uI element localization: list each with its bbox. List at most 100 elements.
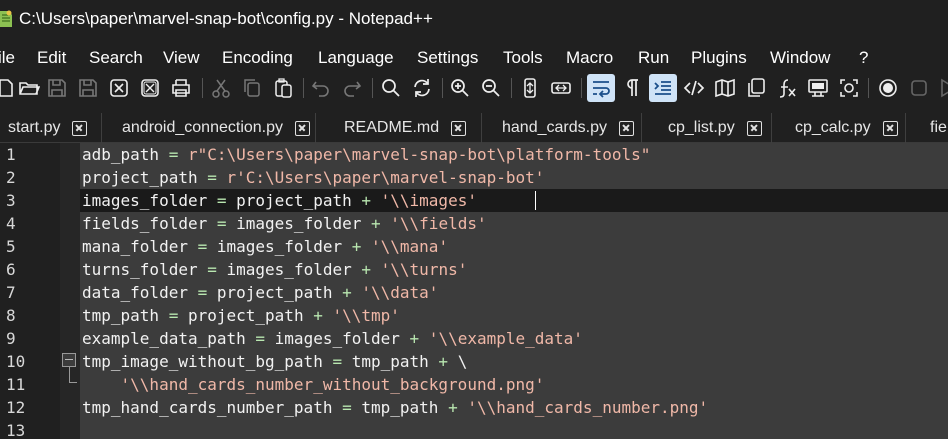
code-line[interactable]: fields_folder = images_folder + '\\field… (82, 212, 487, 235)
operator: = (255, 329, 266, 348)
word-wrap-icon[interactable] (587, 74, 615, 102)
toolbar (0, 72, 948, 104)
paste-icon[interactable] (269, 74, 297, 102)
menu-help[interactable]: ? (859, 48, 868, 68)
menu-plugins[interactable]: Plugins (691, 48, 747, 68)
toolbar-separator (303, 78, 304, 98)
identifier: \ (448, 352, 468, 371)
playback-icon[interactable] (934, 74, 948, 102)
code-line[interactable]: turns_folder = images_folder + '\\turns' (82, 258, 467, 281)
close-all-icon[interactable] (136, 74, 164, 102)
save-all-icon[interactable] (74, 74, 102, 102)
toolbar-separator (511, 78, 512, 98)
identifier: tmp_hand_cards_number_path (82, 398, 343, 417)
folder-as-workspace-icon[interactable] (804, 74, 832, 102)
monitoring-icon[interactable] (835, 74, 863, 102)
close-tab-icon[interactable] (451, 120, 467, 136)
toolbar-separator (868, 78, 869, 98)
redo-icon[interactable] (338, 74, 366, 102)
identifier: example_data_path (82, 329, 256, 348)
tab-hand-cards-py[interactable]: hand_cards.py (482, 113, 642, 143)
menu-settings[interactable]: Settings (417, 48, 478, 68)
string-literal: '\\turns' (371, 260, 468, 279)
identifier: images_folder (207, 237, 352, 256)
replace-icon[interactable] (408, 74, 436, 102)
menu-encoding[interactable]: Encoding (222, 48, 293, 68)
document-list-icon[interactable] (742, 74, 770, 102)
tab-label: cp_calc.py (795, 119, 871, 136)
fold-collapse-icon[interactable] (62, 353, 76, 367)
identifier: tmp_path (82, 306, 169, 325)
open-folder-icon[interactable] (15, 74, 43, 102)
tab-partial[interactable]: fie (906, 113, 948, 143)
menu-tools[interactable]: Tools (503, 48, 543, 68)
code-area[interactable]: adb_path = r"C:\Users\paper\marvel-snap-… (80, 143, 948, 439)
code-line[interactable]: tmp_path = project_path + '\\tmp' (82, 304, 400, 327)
operator: = (168, 306, 179, 325)
menu-edit[interactable]: Edit (37, 48, 66, 68)
tab-cp-list-py[interactable]: cp_list.py (642, 113, 772, 143)
close-tab-icon[interactable] (882, 120, 898, 136)
code-line[interactable]: images_folder = project_path + '\\images… (82, 189, 477, 212)
tab-label: fie (930, 119, 947, 136)
indent-guide-icon[interactable] (649, 74, 677, 102)
tab-android-connection-py[interactable]: android_connection.py (102, 113, 316, 143)
code-line[interactable]: data_folder = project_path + '\\data' (82, 281, 438, 304)
identifier: images_folder (265, 329, 410, 348)
tab-label: README.md (344, 119, 440, 136)
close-tab-icon[interactable] (295, 120, 311, 136)
menu-macro[interactable]: Macro (566, 48, 613, 68)
code-line[interactable]: adb_path = r"C:\Users\paper\marvel-snap-… (82, 143, 650, 166)
record-macro-icon[interactable] (874, 74, 902, 102)
tab-label: android_connection.py (122, 119, 284, 136)
find-icon[interactable] (377, 74, 405, 102)
code-line[interactable]: mana_folder = images_folder + '\\mana' (82, 235, 448, 258)
tab-start-py[interactable]: start.py (0, 113, 102, 143)
menu-file[interactable]: ile (0, 48, 15, 68)
menu-run[interactable]: Run (638, 48, 669, 68)
code-line[interactable]: '\\hand_cards_number_without_background.… (82, 373, 545, 396)
line-number: 2 (6, 168, 16, 187)
undo-icon[interactable] (307, 74, 335, 102)
menu-search[interactable]: Search (89, 48, 143, 68)
save-icon[interactable] (43, 74, 71, 102)
tab-label: start.py (8, 119, 61, 136)
code-editor[interactable]: 1 2 3 4 5 6 7 8 9 10 11 12 13 adb_path = r"C:\Users\… (0, 143, 948, 439)
copy-icon[interactable] (238, 74, 266, 102)
operator: + (361, 191, 371, 210)
tab-cp-calc-py[interactable]: cp_calc.py (772, 113, 906, 143)
cut-icon[interactable] (207, 74, 235, 102)
show-all-characters-icon[interactable] (618, 74, 646, 102)
close-tab-icon[interactable] (746, 120, 762, 136)
zoom-out-icon[interactable] (477, 74, 505, 102)
close-tab-icon[interactable] (618, 120, 634, 136)
xml-tags-icon[interactable] (680, 74, 708, 102)
operator: = (332, 352, 343, 371)
string-literal: '\\mana' (361, 237, 449, 256)
code-line[interactable]: example_data_path = images_folder + '\\e… (82, 327, 583, 350)
line-number: 3 (6, 191, 16, 210)
menu-window[interactable]: Window (770, 48, 830, 68)
zoom-in-icon[interactable] (446, 74, 474, 102)
operator: = (216, 191, 227, 210)
code-line[interactable]: tmp_hand_cards_number_path = tmp_path + … (82, 396, 708, 419)
operator: + (371, 214, 381, 233)
sync-horizontal-icon[interactable] (547, 74, 575, 102)
stop-recording-icon[interactable] (905, 74, 933, 102)
string-literal: '\\tmp' (322, 306, 400, 325)
document-map-icon[interactable] (711, 74, 739, 102)
identifier: images_folder (216, 260, 362, 279)
line-number: 11 (6, 375, 26, 394)
print-icon[interactable] (167, 74, 195, 102)
close-tab-icon[interactable] (72, 120, 88, 136)
code-line[interactable]: project_path = r'C:\Users\paper\marvel-s… (82, 166, 544, 189)
tab-readme-md[interactable]: README.md (316, 113, 482, 143)
fold-margin[interactable] (60, 143, 80, 439)
function-list-icon[interactable] (773, 74, 801, 102)
code-line[interactable]: tmp_image_without_bg_path = tmp_path + \ (82, 350, 467, 373)
menu-language[interactable]: Language (318, 48, 394, 68)
sync-vertical-icon[interactable] (516, 74, 544, 102)
menu-view[interactable]: View (163, 48, 200, 68)
operator: + (448, 398, 458, 417)
close-icon[interactable] (105, 74, 133, 102)
